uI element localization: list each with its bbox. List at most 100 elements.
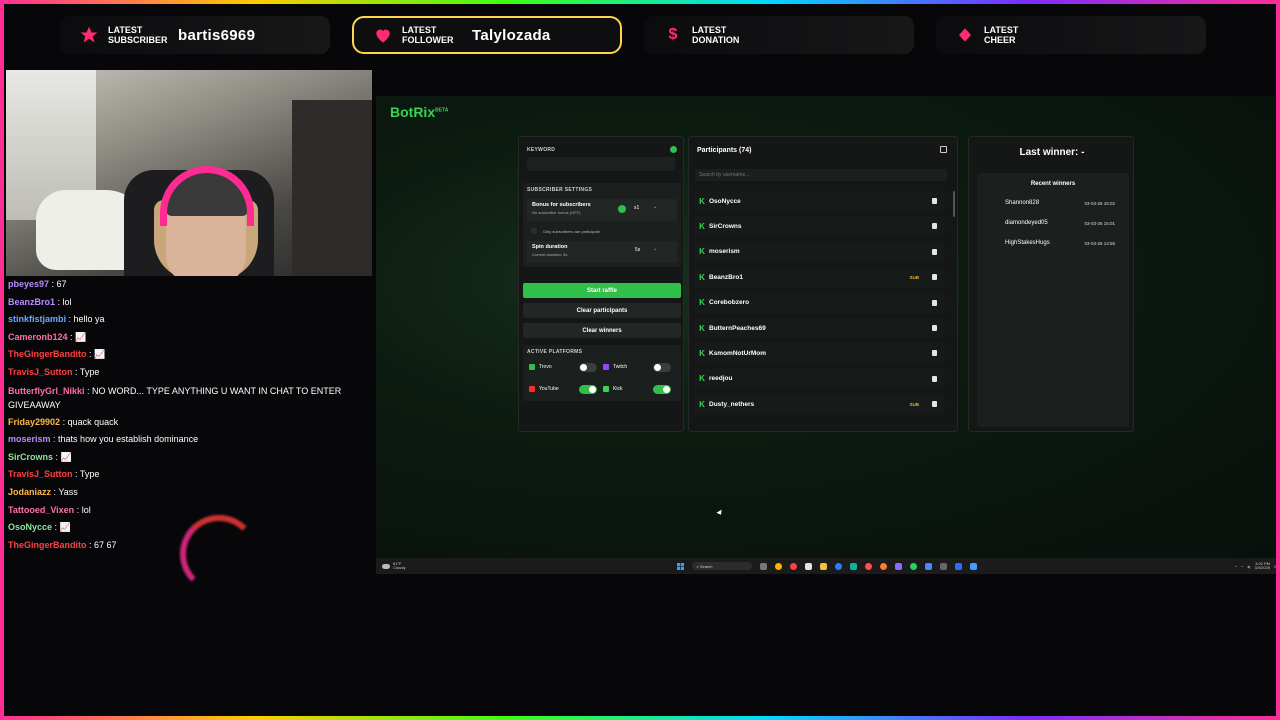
kick-icon: K [699,323,705,333]
chat-text: : lol [76,504,91,515]
trash-icon[interactable] [932,350,937,357]
app-icon[interactable] [925,562,933,570]
obs-icon[interactable] [865,562,873,570]
chevron-down-icon[interactable]: ⌄ [653,246,657,252]
windows-start-icon[interactable] [677,562,685,570]
search-icon: ⌕ [696,563,699,569]
chat-text: : 67 [51,279,67,289]
alert-value: Talylozada [472,26,551,44]
task-view-icon[interactable] [760,562,768,570]
app-icon[interactable] [790,562,798,570]
chevron-up-icon[interactable]: ^ [1235,564,1237,569]
chat-username: moserism [8,434,51,445]
platforms-label: ACTIVE PLATFORMS [527,349,583,355]
chat-message: Jodaniazz : Yass [8,484,368,502]
kick-icon: K [699,221,705,231]
participant-row: Kmoserism [695,241,945,262]
trash-icon[interactable] [932,401,937,408]
chat-message: SirCrowns : 📈 [8,449,368,467]
chat-username: Friday29902 [8,416,61,427]
system-tray[interactable]: ^ ◔ ◂) 3:02 PM 3/3/2026 ◊ [1235,562,1276,570]
app-icon[interactable] [880,562,888,570]
chrome-icon[interactable] [775,562,783,570]
app-icon[interactable] [850,562,858,570]
platform-toggle[interactable] [579,362,597,372]
copy-icon[interactable] [940,146,947,153]
chat-text: : quack quack [62,416,119,427]
discord-icon[interactable] [895,562,903,570]
participant-row: K OsoNycce [695,191,945,211]
webcam-feed [6,70,372,276]
clock-date: 3/3/2026 [1254,565,1271,570]
botrix-window: BotRixBETA KEYWORD SUBSCRIBER SETTINGS B… [376,96,1280,558]
chat-username: TheGingerBandito [8,539,87,550]
chat-text: : Type [75,366,100,377]
chat-message: pbeyes97 : 67 [8,276,368,294]
sub-badge: SUB [909,274,919,280]
chat-username: Cameronb124 [8,331,68,342]
chat-username: SirCrowns [8,451,54,462]
windows-taskbar: 61°F Cloudy ⌕ Search ^ ◔ ◂) 3:02 PM 3/3/20… [376,558,1280,574]
alert-latest-cheer: LATEST CHEER [936,16,1206,54]
only-subs-label: Only subscribers can participate [543,228,600,234]
winner-name: HighStakesHugs [1005,240,1050,246]
spin-duration-row: Spin duration Current duration: 5s 5s ⌄ [527,241,677,263]
trash-icon[interactable] [932,325,937,331]
weather-widget[interactable]: 61°F Cloudy [382,562,405,570]
platform-trovo: Trovo [529,359,597,375]
trash-icon[interactable] [932,198,937,204]
recent-winners-label: Recent winners [1030,181,1076,187]
diamond-icon [954,24,976,46]
platform-toggle[interactable] [579,384,597,394]
spotify-icon[interactable] [910,562,918,570]
last-winner: Last winner: - [1019,147,1085,158]
alert-latest-follower: LATEST FOLLOWER Talylozada [352,16,622,54]
store-icon[interactable] [805,562,813,570]
chat-username: TheGingerBandito [8,349,87,360]
trash-icon[interactable] [932,248,937,255]
platform-toggle[interactable] [653,362,671,372]
keyword-input[interactable] [527,157,675,171]
bell-icon[interactable]: ◊ [1274,564,1276,569]
clear-participants-button[interactable]: Clear participants [523,303,681,318]
info-icon[interactable] [670,146,677,153]
participants-title: Participants (74) [697,147,752,154]
chat-username: TravisJ_Sutton [8,469,73,480]
chevron-down-icon[interactable]: ⌄ [653,204,657,210]
participant-row: K ButternPeaches69 [695,318,945,338]
app-icon[interactable] [970,562,978,570]
edge-icon[interactable] [835,562,843,570]
bonus-info-icon[interactable] [618,205,626,213]
only-subs-row[interactable]: Only subscribers can participate [527,225,677,237]
participant-search-input[interactable]: Search by username... [695,169,947,181]
alert-kind: LATEST SUBSCRIBER [108,25,168,45]
app-icon[interactable] [955,562,963,570]
keyword-label: KEYWORD [527,147,556,153]
sub-badge: SUB [909,401,919,407]
chat-username: ButterflyGrl_Nikki [8,385,85,396]
trash-icon[interactable] [932,299,937,306]
winner-name: Shannon828 [1005,200,1040,206]
winner-date: 03-03-26 15:01 [1084,220,1115,226]
star-icon [78,24,100,46]
chat-username: Tattooed_Vixen [8,504,75,515]
trash-icon[interactable] [932,274,937,281]
alert-kind: LATEST CHEER [984,25,1019,45]
platform-toggle[interactable] [653,384,671,394]
scrollbar[interactable] [953,191,955,217]
kick-icon: K [699,298,705,308]
platform-twitch: Twitch [603,359,671,375]
clear-winners-button[interactable]: Clear winners [523,323,681,338]
bonus-multiplier-select[interactable]: x1 [634,205,639,211]
app-icon[interactable] [940,562,948,570]
folder-icon[interactable] [820,562,828,570]
start-raffle-button[interactable]: Start raffle [523,283,681,298]
trash-icon[interactable] [932,375,937,382]
botrix-logo[interactable]: BotRixBETA [390,104,448,120]
taskbar-search[interactable]: ⌕ Search [692,562,753,570]
only-subs-checkbox[interactable] [531,228,537,234]
kick-icon: K [699,247,705,257]
trash-icon[interactable] [932,223,937,230]
platform-kick: Kick [603,381,671,397]
spin-duration-select[interactable]: 5s [635,247,640,253]
